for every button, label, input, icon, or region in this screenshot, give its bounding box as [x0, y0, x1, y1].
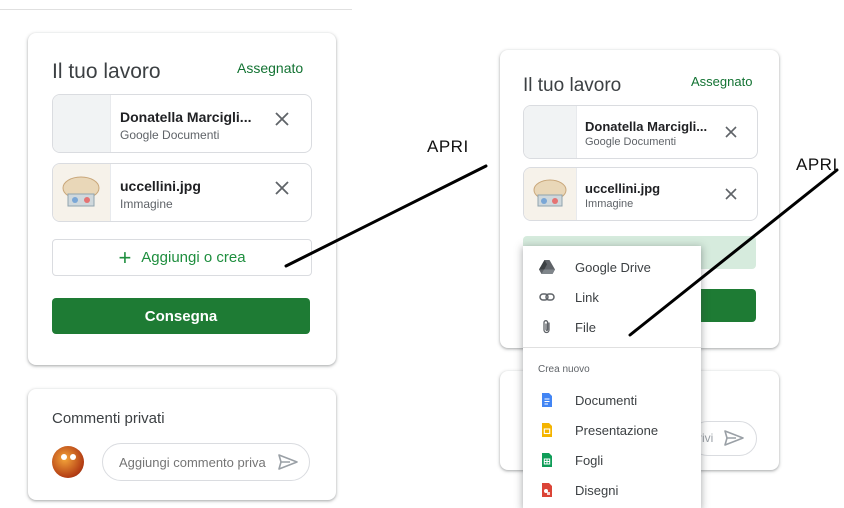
- annotation-open-left: APRI: [427, 137, 469, 156]
- annotation-lines: [284, 164, 839, 337]
- annotation-open-right: APRI: [796, 155, 838, 174]
